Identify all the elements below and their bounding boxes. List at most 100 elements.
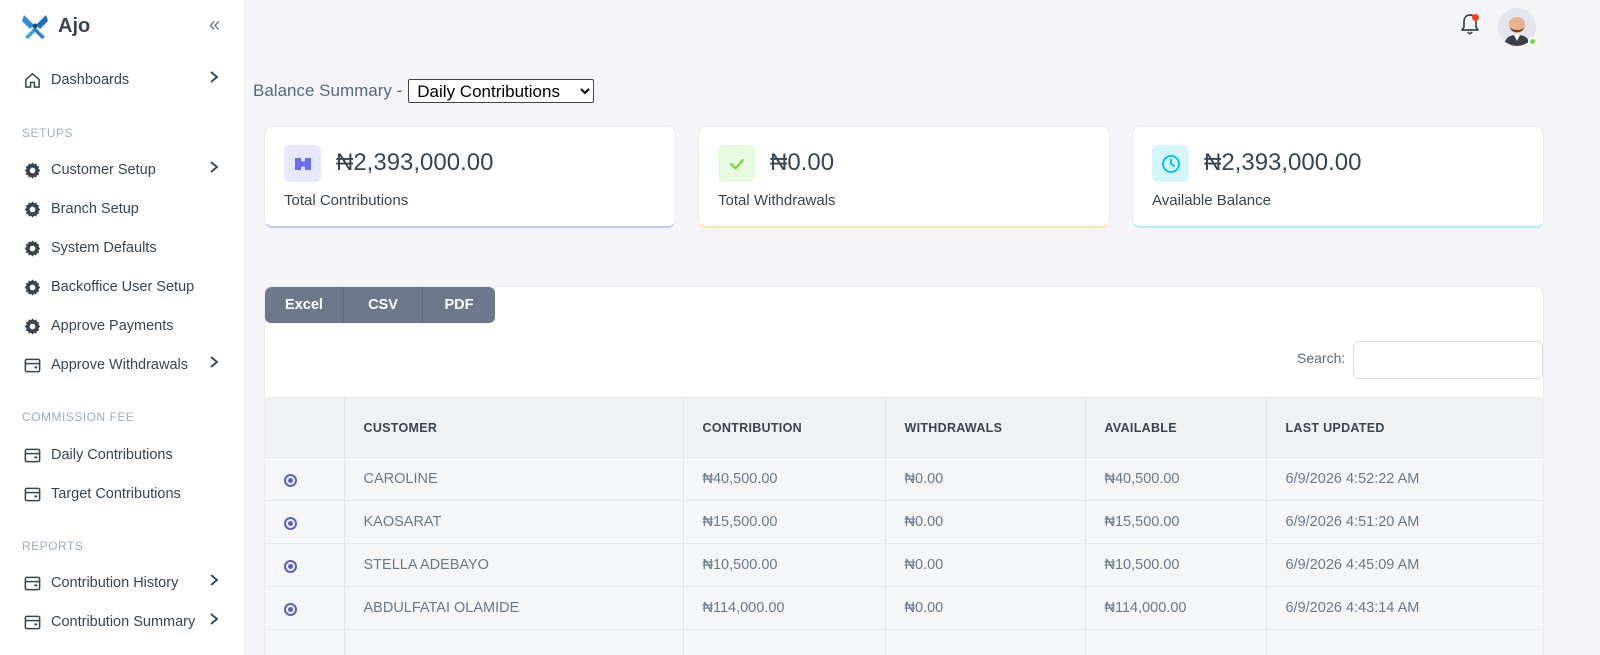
chevron-right-icon xyxy=(208,354,220,374)
main-content: Balance Summary - Daily Contributions ₦2… xyxy=(245,0,1600,655)
sidebar-item-label: Dashboards xyxy=(51,72,130,88)
gear-icon xyxy=(22,316,42,336)
last-updated-cell: 6/9/2026 4:51:20 AM xyxy=(1266,500,1543,544)
balance-summary-row: Balance Summary - Daily Contributions xyxy=(253,79,595,103)
brand[interactable]: Ajo xyxy=(20,12,90,40)
sidebar-item-system-defaults[interactable]: System Defaults xyxy=(22,236,232,260)
notification-dot xyxy=(1472,14,1479,21)
table-row[interactable]: ABDULFATAI OLAMIDE ₦114,000.00 ₦0.00 ₦11… xyxy=(265,586,1543,630)
export-excel-button[interactable]: Excel xyxy=(265,287,344,323)
total-contributions-card: ₦2,393,000.00 Total Contributions xyxy=(264,126,676,228)
sidebar-item-branch-setup[interactable]: Branch Setup xyxy=(22,197,232,221)
column-header-customer[interactable]: CUSTOMER xyxy=(344,397,684,458)
wallet-icon xyxy=(22,445,42,465)
row-select-cell[interactable] xyxy=(265,457,345,501)
balance-table: CUSTOMER CONTRIBUTION WITHDRAWALS AVAILA… xyxy=(265,397,1543,655)
row-select-cell[interactable] xyxy=(265,543,345,587)
customer-cell: CAROLINE xyxy=(344,457,684,501)
available-cell: ₦114,000.00 xyxy=(1085,586,1267,630)
chevron-right-icon xyxy=(208,572,220,592)
wallet-icon xyxy=(22,484,42,504)
app-name: Ajo xyxy=(58,14,91,37)
sidebar-item-approve-payments[interactable]: Approve Payments xyxy=(22,314,232,338)
withdrawals-cell: ₦0.00 xyxy=(885,543,1086,587)
table-row[interactable] xyxy=(265,629,1543,655)
contribution-cell xyxy=(683,629,886,655)
table-row[interactable]: KAOSARAT ₦15,500.00 ₦0.00 ₦15,500.00 6/9… xyxy=(265,500,1543,544)
sidebar-item-contribution-summary[interactable]: Contribution Summary xyxy=(22,610,232,634)
available-balance-card: ₦2,393,000.00 Available Balance xyxy=(1132,126,1544,228)
last-updated-cell xyxy=(1266,629,1543,655)
sidebar-item-target-contributions[interactable]: Target Contributions xyxy=(22,482,232,506)
sidebar-item-dashboards[interactable]: Dashboards xyxy=(22,68,232,92)
gear-icon xyxy=(22,277,42,297)
row-radio-icon[interactable] xyxy=(284,603,297,616)
column-header-withdrawals[interactable]: WITHDRAWALS xyxy=(885,397,1086,458)
export-button-group: Excel CSV PDF xyxy=(265,287,495,323)
row-select-cell[interactable] xyxy=(265,586,345,630)
sidebar-item-label: System Defaults xyxy=(51,240,157,256)
available-balance-label: Available Balance xyxy=(1152,192,1271,209)
table-row[interactable]: CAROLINE ₦40,500.00 ₦0.00 ₦40,500.00 6/9… xyxy=(265,457,1543,501)
wallet-icon xyxy=(22,355,42,375)
gear-icon xyxy=(22,238,42,258)
export-pdf-button[interactable]: PDF xyxy=(423,287,495,323)
sidebar-item-daily-contributions[interactable]: Daily Contributions xyxy=(22,443,232,467)
total-withdrawals-card: ₦0.00 Total Withdrawals xyxy=(698,126,1110,228)
contribution-cell: ₦10,500.00 xyxy=(683,543,886,587)
customer-cell xyxy=(344,629,684,655)
sidebar: Ajo « Dashboards SETUPS Customer Setup B… xyxy=(0,0,245,655)
sidebar-item-backoffice-user-setup[interactable]: Backoffice User Setup xyxy=(22,275,232,299)
ticket-icon xyxy=(284,145,321,182)
wallet-icon xyxy=(22,573,42,593)
chevron-right-icon xyxy=(208,69,220,89)
summary-type-select[interactable]: Daily Contributions xyxy=(408,79,595,103)
last-updated-cell: 6/9/2026 4:43:14 AM xyxy=(1266,586,1543,630)
sidebar-item-label: Approve Payments xyxy=(51,318,174,334)
wallet-icon xyxy=(22,612,42,632)
home-icon xyxy=(22,70,42,90)
row-radio-icon[interactable] xyxy=(284,560,297,573)
section-reports: REPORTS xyxy=(22,539,84,553)
sidebar-item-contribution-history[interactable]: Contribution History xyxy=(22,571,232,595)
search-input[interactable] xyxy=(1353,341,1543,379)
column-header-last-updated[interactable]: LAST UPDATED xyxy=(1266,397,1543,458)
gear-icon xyxy=(22,160,42,180)
online-status-dot xyxy=(1528,37,1537,46)
total-withdrawals-amount: ₦0.00 xyxy=(770,149,835,176)
row-radio-icon[interactable] xyxy=(284,474,297,487)
available-cell: ₦15,500.00 xyxy=(1085,500,1267,544)
last-updated-cell: 6/9/2026 4:45:09 AM xyxy=(1266,543,1543,587)
sidebar-item-label: Backoffice User Setup xyxy=(51,279,195,295)
collapse-sidebar-icon[interactable]: « xyxy=(209,15,220,35)
column-header-contribution[interactable]: CONTRIBUTION xyxy=(683,397,886,458)
withdrawals-cell: ₦0.00 xyxy=(885,500,1086,544)
column-header-available[interactable]: AVAILABLE xyxy=(1085,397,1267,458)
balance-table-card: Excel CSV PDF Search: CUSTOMER CONTRIBUT… xyxy=(264,286,1544,655)
sidebar-item-customer-setup[interactable]: Customer Setup xyxy=(22,158,232,182)
row-radio-icon[interactable] xyxy=(284,517,297,530)
row-select-cell[interactable] xyxy=(265,500,345,544)
customer-cell: KAOSARAT xyxy=(344,500,684,544)
available-cell: ₦10,500.00 xyxy=(1085,543,1267,587)
balance-summary-label: Balance Summary - xyxy=(253,81,403,100)
export-csv-button[interactable]: CSV xyxy=(344,287,423,323)
sidebar-item-label: Daily Contributions xyxy=(51,447,173,463)
gear-icon xyxy=(22,199,42,219)
sidebar-item-label: Approve Withdrawals xyxy=(51,357,188,373)
available-balance-amount: ₦2,393,000.00 xyxy=(1204,149,1362,176)
notification-bell-icon[interactable] xyxy=(1458,12,1482,38)
clock-icon xyxy=(1152,145,1189,182)
contribution-cell: ₦40,500.00 xyxy=(683,457,886,501)
sidebar-item-label: Branch Setup xyxy=(51,201,139,217)
table-row[interactable]: STELLA ADEBAYO ₦10,500.00 ₦0.00 ₦10,500.… xyxy=(265,543,1543,587)
sidebar-item-approve-withdrawals[interactable]: Approve Withdrawals xyxy=(22,353,232,377)
search-label: Search: xyxy=(1297,350,1346,366)
check-icon xyxy=(718,145,755,182)
customer-cell: ABDULFATAI OLAMIDE xyxy=(344,586,684,630)
select-column-header xyxy=(265,397,345,458)
logo-icon xyxy=(22,15,48,39)
chevron-right-icon xyxy=(208,159,220,179)
row-select-cell[interactable] xyxy=(265,629,345,655)
contribution-cell: ₦114,000.00 xyxy=(683,586,886,630)
